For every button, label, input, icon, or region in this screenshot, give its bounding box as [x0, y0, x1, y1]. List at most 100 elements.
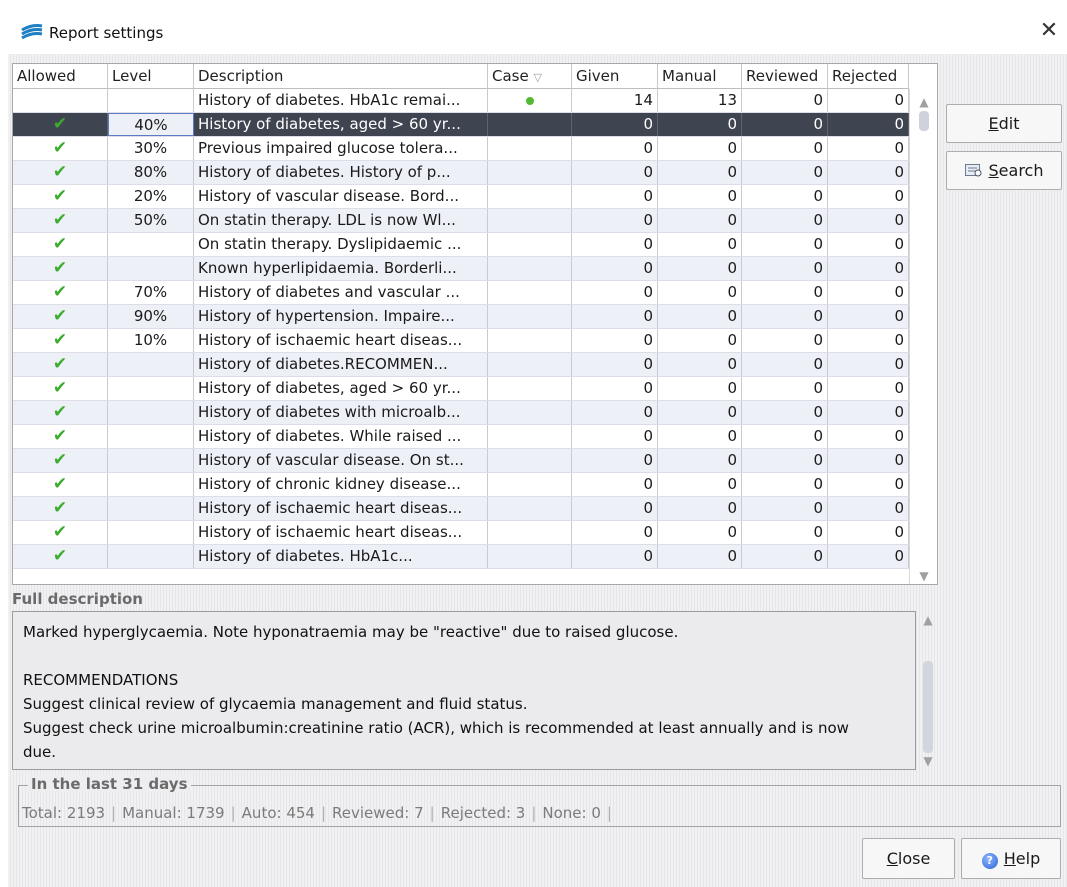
- case-cell: [488, 497, 572, 520]
- reviewed-cell: 0: [742, 113, 828, 136]
- stats-group-title: In the last 31 days: [28, 775, 191, 793]
- allowed-cell: ✔: [13, 305, 108, 328]
- reviewed-cell: 0: [742, 449, 828, 472]
- table-row[interactable]: ✔ Known hyperlipidaemia. Borderli... 0 0 0 0: [13, 257, 909, 281]
- reviewed-cell: 0: [742, 473, 828, 496]
- table-row[interactable]: ✔ 20% History of vascular disease. Bord...…: [13, 185, 909, 209]
- check-icon: ✔: [52, 498, 68, 518]
- table-scrollbar-thumb[interactable]: [919, 111, 929, 131]
- stat-total: Total: 2193: [22, 804, 106, 822]
- reviewed-cell: 0: [742, 89, 828, 112]
- check-icon: ✔: [52, 402, 68, 422]
- table-row[interactable]: History of diabetes. HbA1c remai... 14 13 0…: [13, 89, 909, 113]
- table-row[interactable]: ✔ History of ischaemic heart diseas... 0 0 0…: [13, 521, 909, 545]
- full-description-text[interactable]: Marked hyperglycaemia. Note hyponatraemi…: [12, 611, 916, 770]
- manual-cell: 0: [658, 473, 742, 496]
- reviewed-cell: 0: [742, 425, 828, 448]
- col-header-level[interactable]: Level: [108, 64, 194, 89]
- case-cell: [488, 113, 572, 136]
- manual-cell: 0: [658, 377, 742, 400]
- case-cell: [488, 521, 572, 544]
- stat-separator: |: [320, 804, 327, 822]
- col-header-rejected[interactable]: Rejected: [828, 64, 909, 89]
- scroll-down-arrow-icon[interactable]: ▼: [910, 567, 937, 584]
- close-button-label: lose: [897, 849, 931, 868]
- search-list-icon: [964, 164, 982, 177]
- col-header-given[interactable]: Given: [572, 64, 658, 89]
- table-row-selected[interactable]: ✔ 40% History of diabetes, aged > 60 yr...…: [13, 113, 909, 137]
- description-cell: History of chronic kidney disease...: [194, 473, 488, 496]
- full-description-line: Suggest clinical review of glycaemia man…: [23, 695, 528, 713]
- given-cell: 0: [572, 425, 658, 448]
- scroll-up-arrow-icon[interactable]: ▲: [910, 93, 937, 111]
- col-header-reviewed[interactable]: Reviewed: [742, 64, 828, 89]
- reviewed-cell: 0: [742, 545, 828, 568]
- allowed-cell: ✔: [13, 449, 108, 472]
- rules-table[interactable]: Allowed Level Description Case ▽ Given M…: [12, 63, 938, 585]
- scroll-down-arrow-icon[interactable]: ▼: [918, 754, 938, 768]
- table-row[interactable]: ✔ 80% History of diabetes. History of p...…: [13, 161, 909, 185]
- reviewed-cell: 0: [742, 185, 828, 208]
- full-description-scrollbar[interactable]: ▲ ▼: [918, 611, 938, 770]
- description-cell: History of diabetes. HbA1c remai...: [194, 89, 488, 112]
- close-button[interactable]: Close: [862, 838, 955, 879]
- rejected-cell: 0: [828, 329, 909, 352]
- manual-cell: 0: [658, 257, 742, 280]
- window-close-button[interactable]: ✕: [1034, 16, 1064, 46]
- search-button[interactable]: Search: [946, 151, 1062, 190]
- col-header-description[interactable]: Description: [194, 64, 488, 89]
- col-header-manual[interactable]: Manual: [658, 64, 742, 89]
- rejected-cell: 0: [828, 545, 909, 568]
- check-icon: ✔: [52, 522, 68, 542]
- level-cell: [108, 521, 194, 544]
- reviewed-cell: 0: [742, 329, 828, 352]
- scroll-up-arrow-icon[interactable]: ▲: [918, 613, 938, 627]
- full-description-scrollbar-thumb[interactable]: [923, 661, 933, 753]
- rejected-cell: 0: [828, 89, 909, 112]
- case-cell: [488, 185, 572, 208]
- case-cell: [488, 161, 572, 184]
- table-row[interactable]: ✔ History of diabetes with microalb... 0 0 0…: [13, 401, 909, 425]
- level-cell: [108, 377, 194, 400]
- table-row[interactable]: ✔ History of diabetes, aged > 60 yr... 0 0 0…: [13, 377, 909, 401]
- help-button-label: elp: [1015, 849, 1041, 868]
- reviewed-cell: 0: [742, 353, 828, 376]
- table-row[interactable]: ✔ 30% Previous impaired glucose tolera... 0…: [13, 137, 909, 161]
- table-row[interactable]: ✔ 70% History of diabetes and vascular ...…: [13, 281, 909, 305]
- allowed-cell: ✔: [13, 161, 108, 184]
- table-row[interactable]: ✔ History of ischaemic heart diseas... 0 0 0…: [13, 497, 909, 521]
- allowed-cell: ✔: [13, 521, 108, 544]
- case-cell: [488, 449, 572, 472]
- rejected-cell: 0: [828, 497, 909, 520]
- col-header-allowed[interactable]: Allowed: [13, 64, 108, 89]
- description-cell: History of diabetes.RECOMMEN...: [194, 353, 488, 376]
- edit-button[interactable]: Edit: [946, 104, 1062, 143]
- table-row[interactable]: ✔ 50% On statin therapy. LDL is now Wl... 0…: [13, 209, 909, 233]
- check-icon: ✔: [52, 378, 68, 398]
- table-row[interactable]: ✔ History of diabetes.RECOMMEN... 0 0 0 0: [13, 353, 909, 377]
- table-row[interactable]: ✔ History of diabetes. While raised ... 0 0…: [13, 425, 909, 449]
- given-cell: 0: [572, 137, 658, 160]
- help-button[interactable]: ? Help: [961, 838, 1061, 879]
- reviewed-cell: 0: [742, 161, 828, 184]
- col-header-case[interactable]: Case ▽: [488, 64, 572, 89]
- full-description-line: [23, 644, 905, 668]
- search-button-label: earch: [998, 161, 1044, 180]
- check-icon: ✔: [52, 426, 68, 446]
- table-row[interactable]: ✔ History of vascular disease. On st... 0 0…: [13, 449, 909, 473]
- level-cell: 10%: [108, 329, 194, 352]
- check-icon: ✔: [52, 450, 68, 470]
- table-row[interactable]: ✔ 10% History of ischaemic heart diseas...…: [13, 329, 909, 353]
- table-scrollbar[interactable]: ▲ ▼: [909, 89, 937, 584]
- table-row[interactable]: ✔ 90% History of hypertension. Impaire... 0…: [13, 305, 909, 329]
- allowed-cell: ✔: [13, 233, 108, 256]
- manual-cell: 0: [658, 401, 742, 424]
- given-cell: 0: [572, 209, 658, 232]
- manual-cell: 0: [658, 305, 742, 328]
- given-cell: 0: [572, 353, 658, 376]
- table-row[interactable]: ✔ On statin therapy. Dyslipidaemic ... 0 0 0…: [13, 233, 909, 257]
- table-row[interactable]: ✔ History of chronic kidney disease... 0 0 0…: [13, 473, 909, 497]
- allowed-cell: ✔: [13, 377, 108, 400]
- table-row[interactable]: ✔ History of diabetes. HbA1c... 0 0 0 0: [13, 545, 909, 569]
- check-icon: ✔: [52, 186, 68, 206]
